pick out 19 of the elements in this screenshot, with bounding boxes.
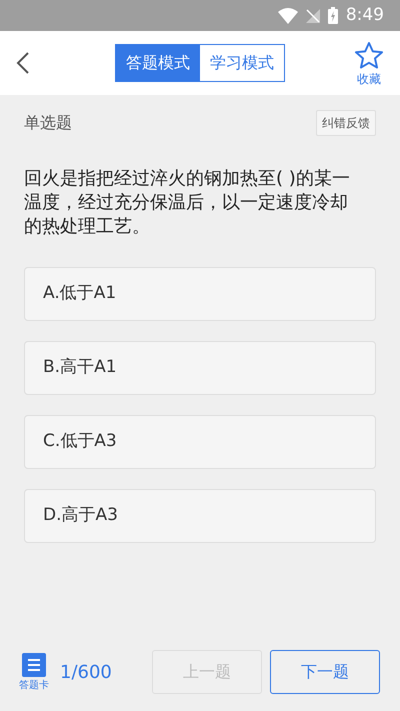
answer-option[interactable]: B.高干A1 xyxy=(24,341,376,395)
answer-card-icon[interactable] xyxy=(22,653,46,677)
answer-card-label[interactable]: 答题卡 xyxy=(19,681,49,691)
back-icon[interactable] xyxy=(16,51,30,75)
progress-count: 1/600 xyxy=(60,660,112,684)
answer-option[interactable]: A.低于A1 xyxy=(24,267,376,321)
favorite-button[interactable]: 收藏 xyxy=(354,41,384,85)
no-signal-icon xyxy=(306,8,320,22)
next-button[interactable]: 下一题 xyxy=(270,650,380,694)
answer-option[interactable]: C.低于A3 xyxy=(24,415,376,469)
clock-time: 8:49 xyxy=(346,4,384,27)
star-icon xyxy=(354,41,384,69)
question-text: 回火是指把经过淬火的钢加热至( )的某一温度，经过充分保温后，以一定速度冷却的热处理工艺。 xyxy=(24,167,351,239)
mode-tab[interactable]: 答题模式 xyxy=(116,45,200,81)
question-type: 单选题 xyxy=(24,112,72,134)
battery-icon xyxy=(328,7,338,24)
answer-option[interactable]: D.高于A3 xyxy=(24,489,376,543)
wifi-icon xyxy=(278,8,298,24)
feedback-button[interactable]: 纠错反馈 xyxy=(316,110,376,136)
